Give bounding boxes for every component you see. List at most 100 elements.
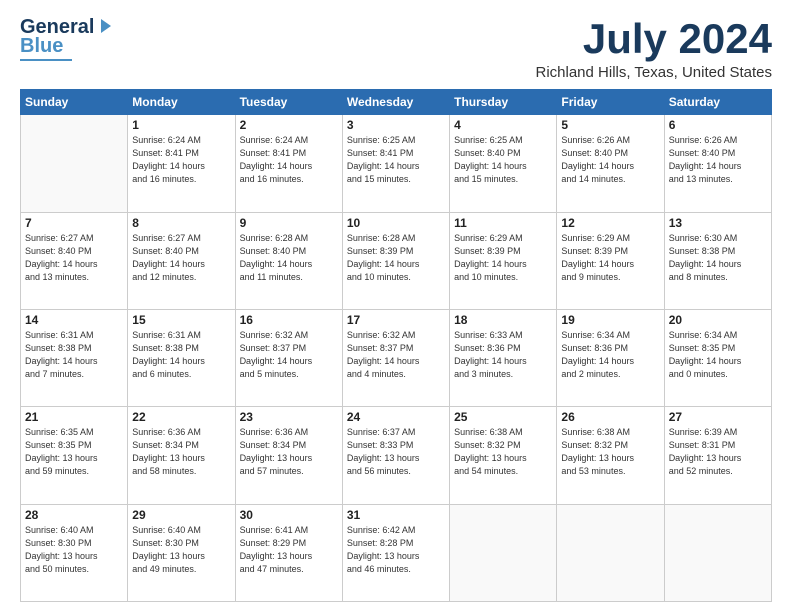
calendar-cell: 6Sunrise: 6:26 AM Sunset: 8:40 PM Daylig… <box>664 115 771 212</box>
calendar-cell: 17Sunrise: 6:32 AM Sunset: 8:37 PM Dayli… <box>342 309 449 406</box>
calendar-cell: 14 Sunrise: 6:31 AM Sunset: 8:38 PM Dayli… <box>21 309 128 406</box>
logo-blue: Blue <box>20 35 63 58</box>
day-info: Sunrise: 6:40 AM Sunset: 8:30 PM Dayligh… <box>25 524 123 576</box>
day-info: Sunrise: 6:33 AM Sunset: 8:36 PM Dayligh… <box>454 329 552 381</box>
weekday-friday: Friday <box>557 90 664 115</box>
day-number: 7 <box>25 216 123 230</box>
calendar-cell <box>450 504 557 601</box>
calendar-cell <box>664 504 771 601</box>
page: General Blue July 2024 Richland Hills, T… <box>0 0 792 612</box>
day-info: Sunrise: 6:37 AM Sunset: 8:33 PM Dayligh… <box>347 426 445 478</box>
day-info: Sunrise: 6:34 AM Sunset: 8:35 PM Dayligh… <box>669 329 767 381</box>
day-number: 21 <box>25 410 123 424</box>
week-row-1: 7 Sunrise: 6:27 AM Sunset: 8:40 PM Daylig… <box>21 212 772 309</box>
day-info: Sunrise: 6:40 AM Sunset: 8:30 PM Dayligh… <box>132 524 230 576</box>
day-number: 24 <box>347 410 445 424</box>
day-info: Sunrise: 6:38 AM Sunset: 8:32 PM Dayligh… <box>561 426 659 478</box>
week-row-4: 28 Sunrise: 6:40 AM Sunset: 8:30 PM Dayli… <box>21 504 772 601</box>
calendar-cell: 16Sunrise: 6:32 AM Sunset: 8:37 PM Dayli… <box>235 309 342 406</box>
day-info: Sunrise: 6:30 AM Sunset: 8:38 PM Dayligh… <box>669 232 767 284</box>
calendar-cell: 18 Sunrise: 6:33 AM Sunset: 8:36 PM Dayli… <box>450 309 557 406</box>
calendar-cell: 31 Sunrise: 6:42 AM Sunset: 8:28 PM Dayli… <box>342 504 449 601</box>
month-title: July 2024 <box>536 16 773 62</box>
day-number: 12 <box>561 216 659 230</box>
calendar-cell <box>557 504 664 601</box>
day-number: 20 <box>669 313 767 327</box>
day-info: Sunrise: 6:29 AM Sunset: 8:39 PM Dayligh… <box>561 232 659 284</box>
day-info: Sunrise: 6:35 AM Sunset: 8:35 PM Dayligh… <box>25 426 123 478</box>
calendar-cell: 9 Sunrise: 6:28 AM Sunset: 8:40 PM Daylig… <box>235 212 342 309</box>
calendar-cell: 24 Sunrise: 6:37 AM Sunset: 8:33 PM Dayli… <box>342 407 449 504</box>
day-number: 22 <box>132 410 230 424</box>
day-number: 31 <box>347 508 445 522</box>
calendar-cell: 5 Sunrise: 6:26 AM Sunset: 8:40 PM Daylig… <box>557 115 664 212</box>
day-info: Sunrise: 6:27 AM Sunset: 8:40 PM Dayligh… <box>132 232 230 284</box>
location-subtitle: Richland Hills, Texas, United States <box>536 64 773 81</box>
day-info: Sunrise: 6:29 AM Sunset: 8:39 PM Dayligh… <box>454 232 552 284</box>
day-info: Sunrise: 6:26 AM Sunset: 8:40 PM Dayligh… <box>669 134 767 186</box>
day-number: 1 <box>132 118 230 132</box>
day-number: 11 <box>454 216 552 230</box>
calendar-cell: 11 Sunrise: 6:29 AM Sunset: 8:39 PM Dayli… <box>450 212 557 309</box>
day-info: Sunrise: 6:31 AM Sunset: 8:38 PM Dayligh… <box>132 329 230 381</box>
calendar-cell: 8 Sunrise: 6:27 AM Sunset: 8:40 PM Daylig… <box>128 212 235 309</box>
day-info: Sunrise: 6:25 AM Sunset: 8:41 PM Dayligh… <box>347 134 445 186</box>
day-info: Sunrise: 6:42 AM Sunset: 8:28 PM Dayligh… <box>347 524 445 576</box>
day-number: 9 <box>240 216 338 230</box>
calendar-cell: 22Sunrise: 6:36 AM Sunset: 8:34 PM Dayli… <box>128 407 235 504</box>
calendar-cell: 3Sunrise: 6:25 AM Sunset: 8:41 PM Daylig… <box>342 115 449 212</box>
calendar-cell: 2 Sunrise: 6:24 AM Sunset: 8:41 PM Daylig… <box>235 115 342 212</box>
day-info: Sunrise: 6:36 AM Sunset: 8:34 PM Dayligh… <box>240 426 338 478</box>
day-number: 26 <box>561 410 659 424</box>
day-info: Sunrise: 6:31 AM Sunset: 8:38 PM Dayligh… <box>25 329 123 381</box>
calendar-cell: 21 Sunrise: 6:35 AM Sunset: 8:35 PM Dayli… <box>21 407 128 504</box>
day-info: Sunrise: 6:32 AM Sunset: 8:37 PM Dayligh… <box>347 329 445 381</box>
calendar-cell: 29 Sunrise: 6:40 AM Sunset: 8:30 PM Dayli… <box>128 504 235 601</box>
day-info: Sunrise: 6:41 AM Sunset: 8:29 PM Dayligh… <box>240 524 338 576</box>
weekday-saturday: Saturday <box>664 90 771 115</box>
day-number: 2 <box>240 118 338 132</box>
week-row-0: 1 Sunrise: 6:24 AM Sunset: 8:41 PM Daylig… <box>21 115 772 212</box>
logo-underline <box>20 59 72 61</box>
calendar-cell: 26 Sunrise: 6:38 AM Sunset: 8:32 PM Dayli… <box>557 407 664 504</box>
day-info: Sunrise: 6:25 AM Sunset: 8:40 PM Dayligh… <box>454 134 552 186</box>
calendar-cell <box>21 115 128 212</box>
weekday-sunday: Sunday <box>21 90 128 115</box>
calendar-cell: 30 Sunrise: 6:41 AM Sunset: 8:29 PM Dayli… <box>235 504 342 601</box>
day-info: Sunrise: 6:39 AM Sunset: 8:31 PM Dayligh… <box>669 426 767 478</box>
weekday-tuesday: Tuesday <box>235 90 342 115</box>
title-area: July 2024 Richland Hills, Texas, United … <box>536 16 773 81</box>
calendar-cell: 1Sunrise: 6:24 AM Sunset: 8:41 PM Daylig… <box>128 115 235 212</box>
weekday-wednesday: Wednesday <box>342 90 449 115</box>
day-number: 28 <box>25 508 123 522</box>
day-number: 30 <box>240 508 338 522</box>
day-info: Sunrise: 6:26 AM Sunset: 8:40 PM Dayligh… <box>561 134 659 186</box>
day-number: 10 <box>347 216 445 230</box>
day-number: 29 <box>132 508 230 522</box>
day-info: Sunrise: 6:27 AM Sunset: 8:40 PM Dayligh… <box>25 232 123 284</box>
weekday-monday: Monday <box>128 90 235 115</box>
calendar-cell: 15 Sunrise: 6:31 AM Sunset: 8:38 PM Dayli… <box>128 309 235 406</box>
day-number: 13 <box>669 216 767 230</box>
calendar-cell: 4Sunrise: 6:25 AM Sunset: 8:40 PM Daylig… <box>450 115 557 212</box>
calendar-cell: 20 Sunrise: 6:34 AM Sunset: 8:35 PM Dayli… <box>664 309 771 406</box>
weekday-header-row: SundayMondayTuesdayWednesdayThursdayFrid… <box>21 90 772 115</box>
day-number: 14 <box>25 313 123 327</box>
day-number: 5 <box>561 118 659 132</box>
calendar-cell: 7 Sunrise: 6:27 AM Sunset: 8:40 PM Daylig… <box>21 212 128 309</box>
week-row-2: 14 Sunrise: 6:31 AM Sunset: 8:38 PM Dayli… <box>21 309 772 406</box>
day-number: 15 <box>132 313 230 327</box>
day-info: Sunrise: 6:28 AM Sunset: 8:40 PM Dayligh… <box>240 232 338 284</box>
calendar-cell: 25Sunrise: 6:38 AM Sunset: 8:32 PM Dayli… <box>450 407 557 504</box>
calendar-table: SundayMondayTuesdayWednesdayThursdayFrid… <box>20 89 772 602</box>
logo-icon <box>95 17 113 35</box>
day-number: 25 <box>454 410 552 424</box>
calendar-cell: 13 Sunrise: 6:30 AM Sunset: 8:38 PM Dayli… <box>664 212 771 309</box>
calendar-cell: 28 Sunrise: 6:40 AM Sunset: 8:30 PM Dayli… <box>21 504 128 601</box>
day-number: 19 <box>561 313 659 327</box>
day-number: 8 <box>132 216 230 230</box>
day-number: 27 <box>669 410 767 424</box>
day-info: Sunrise: 6:28 AM Sunset: 8:39 PM Dayligh… <box>347 232 445 284</box>
day-info: Sunrise: 6:24 AM Sunset: 8:41 PM Dayligh… <box>240 134 338 186</box>
day-number: 18 <box>454 313 552 327</box>
